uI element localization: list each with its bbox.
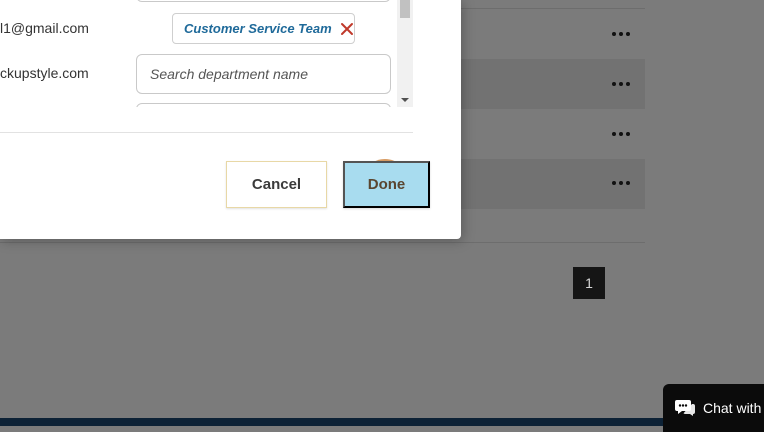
assign-department-dialog: l1@gmail.com Customer Service Team ckups… — [0, 0, 461, 239]
department-field[interactable] — [136, 103, 391, 107]
scroll-down-arrow-icon[interactable] — [401, 98, 409, 102]
footer-bar — [0, 418, 764, 426]
remove-chip-icon[interactable] — [340, 21, 354, 37]
row-more-icon[interactable] — [606, 174, 636, 192]
cancel-button[interactable]: Cancel — [226, 161, 327, 208]
chat-bubble-icon — [675, 400, 695, 416]
member-email: l1@gmail.com — [0, 20, 89, 36]
done-button-label: Done — [367, 176, 406, 193]
chat-widget-label: Chat with — [703, 400, 762, 416]
done-button[interactable]: Done — [343, 161, 430, 208]
department-field[interactable] — [136, 0, 391, 2]
row-more-icon[interactable] — [606, 25, 636, 43]
dialog-divider — [0, 132, 413, 133]
member-email: ckupstyle.com — [0, 65, 89, 81]
chat-widget-button[interactable]: Chat with — [663, 384, 764, 432]
department-search-input[interactable] — [136, 54, 391, 94]
member-list: l1@gmail.com Customer Service Team ckups… — [0, 0, 413, 107]
department-chip-label: Customer Service Team — [184, 21, 332, 36]
department-chip: Customer Service Team — [172, 13, 355, 44]
list-scrollbar[interactable] — [397, 0, 413, 107]
pagination-page-button[interactable]: 1 — [573, 267, 605, 299]
scrollbar-thumb[interactable] — [400, 0, 410, 18]
row-more-icon[interactable] — [606, 125, 636, 143]
row-more-icon[interactable] — [606, 75, 636, 93]
table-footer-divider — [0, 242, 645, 243]
